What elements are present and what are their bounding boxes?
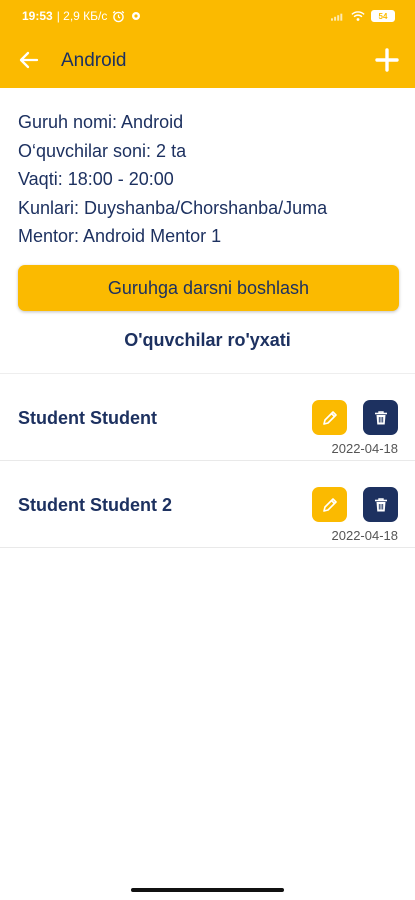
pencil-icon [322, 410, 337, 425]
home-indicator[interactable] [131, 888, 284, 892]
student-name: Student Student 2 [18, 495, 172, 515]
page-title: Android [61, 50, 127, 71]
status-right: 54 [331, 10, 395, 22]
list-item[interactable]: Student Student 2 2022-04-18 [0, 461, 415, 548]
status-bar: 19:53 | 2,9 КБ/с 54 [0, 0, 415, 32]
alarm-icon [111, 10, 125, 22]
plus-icon [375, 48, 399, 72]
student-date: 2022-04-18 [331, 528, 399, 543]
group-time: Vaqti: 18:00 - 20:00 [18, 169, 174, 189]
signal-icon [331, 10, 345, 22]
status-time: 19:53 [22, 9, 53, 23]
edit-button[interactable] [312, 400, 347, 435]
student-name: Student Student [18, 408, 157, 428]
battery-icon: 54 [371, 10, 395, 22]
students-count: O‘quvchilar soni: 2 ta [18, 140, 187, 161]
status-left: 19:53 | 2,9 КБ/с [22, 9, 143, 23]
student-date: 2022-04-18 [331, 441, 399, 456]
students-list-title: O'quvchilar ro'yxati [124, 330, 291, 350]
trash-icon [374, 497, 387, 511]
back-button[interactable] [17, 48, 41, 72]
start-lesson-button[interactable]: Guruhga darsni boshlash [18, 265, 399, 311]
group-info: Guruh nomi: Android O‘quvchilar soni: 2 … [18, 108, 327, 251]
wifi-icon [351, 10, 365, 22]
status-network-speed: | 2,9 КБ/с [56, 9, 108, 23]
list-item[interactable]: Student Student 2022-04-18 [0, 374, 415, 461]
app-bar: Android [0, 32, 415, 88]
delete-button[interactable] [363, 487, 398, 522]
group-name: Guruh nomi: Android [18, 112, 184, 132]
group-days: Kunlari: Duyshanba/Chorshanba/Juma [18, 197, 328, 218]
add-student-button[interactable] [375, 48, 399, 72]
settings-icon [129, 10, 143, 22]
arrow-left-icon [19, 51, 39, 69]
group-mentor: Mentor: Android Mentor 1 [18, 226, 222, 246]
pencil-icon [322, 497, 337, 512]
trash-icon [374, 410, 387, 424]
delete-button[interactable] [363, 400, 398, 435]
edit-button[interactable] [312, 487, 347, 522]
